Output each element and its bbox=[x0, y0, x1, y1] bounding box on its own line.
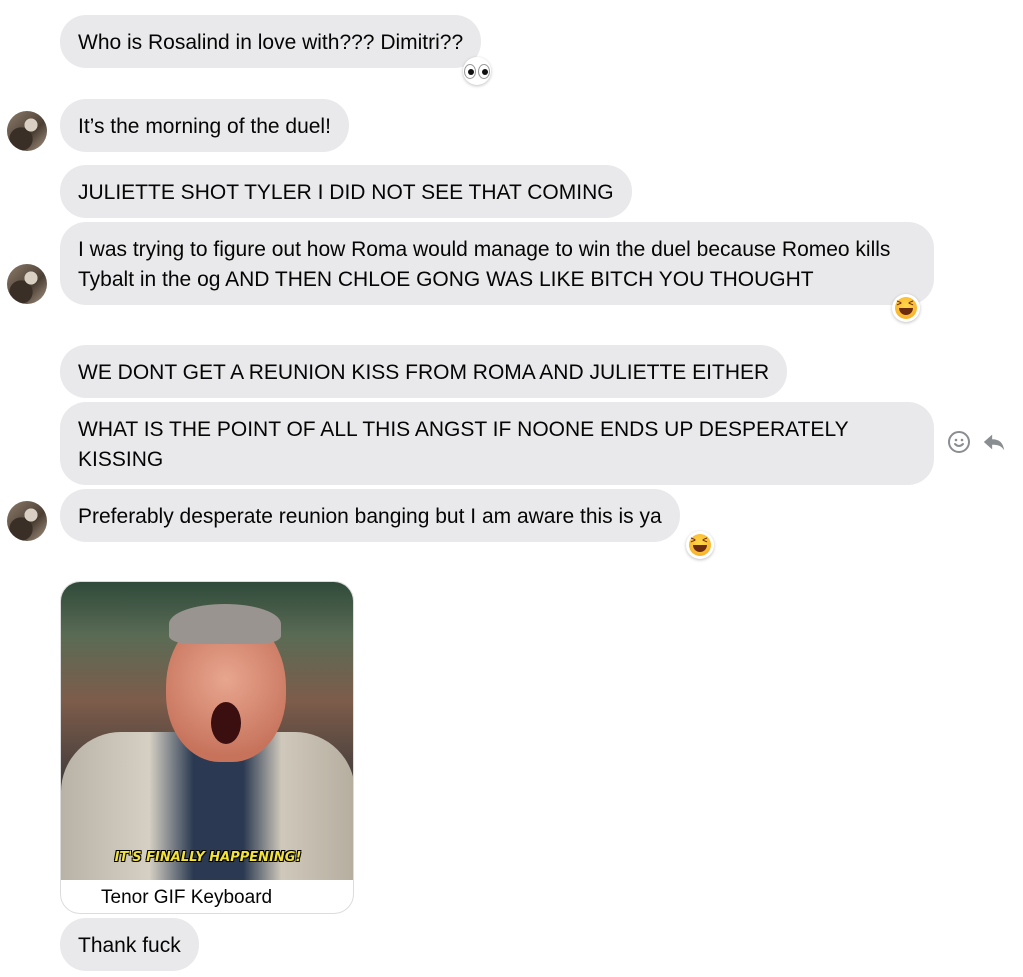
message-bubble[interactable]: WHAT IS THE POINT OF ALL THIS ANGST IF N… bbox=[60, 402, 934, 485]
avatar[interactable] bbox=[7, 111, 47, 151]
laughing-reaction[interactable] bbox=[892, 294, 920, 322]
laughing-emoji-icon bbox=[895, 297, 917, 319]
message-bubble[interactable]: Who is Rosalind in love with??? Dimitri?… bbox=[60, 15, 482, 68]
laughing-reaction[interactable] bbox=[686, 531, 714, 559]
message-bubble[interactable]: JULIETTE SHOT TYLER I DID NOT SEE THAT C… bbox=[60, 165, 632, 218]
laughing-emoji-icon bbox=[689, 534, 711, 556]
avatar[interactable] bbox=[7, 501, 47, 541]
gif-caption: IT'S FINALLY HAPPENING! bbox=[114, 850, 302, 865]
gif-person-hair bbox=[169, 604, 281, 644]
message-bubble[interactable]: Preferably desperate reunion banging but… bbox=[60, 489, 680, 542]
avatar[interactable] bbox=[7, 264, 47, 304]
message-bubble[interactable]: Thank fuck bbox=[60, 918, 199, 971]
eyes-reaction[interactable] bbox=[463, 57, 491, 85]
gif-image[interactable]: IT'S FINALLY HAPPENING! bbox=[61, 582, 353, 880]
smiley-icon[interactable] bbox=[947, 430, 971, 454]
reply-icon[interactable] bbox=[982, 430, 1006, 454]
eyes-emoji-icon bbox=[464, 63, 490, 79]
message-bubble[interactable]: I was trying to figure out how Roma woul… bbox=[60, 222, 934, 305]
gif-attachment[interactable]: IT'S FINALLY HAPPENING! Tenor GIF Keyboa… bbox=[60, 581, 354, 914]
message-bubble[interactable]: WE DONT GET A REUNION KISS FROM ROMA AND… bbox=[60, 345, 788, 398]
gif-source[interactable]: Tenor GIF Keyboard bbox=[61, 880, 353, 913]
message-bubble[interactable]: It’s the morning of the duel! bbox=[60, 99, 349, 152]
gif-person-mouth bbox=[211, 702, 241, 744]
